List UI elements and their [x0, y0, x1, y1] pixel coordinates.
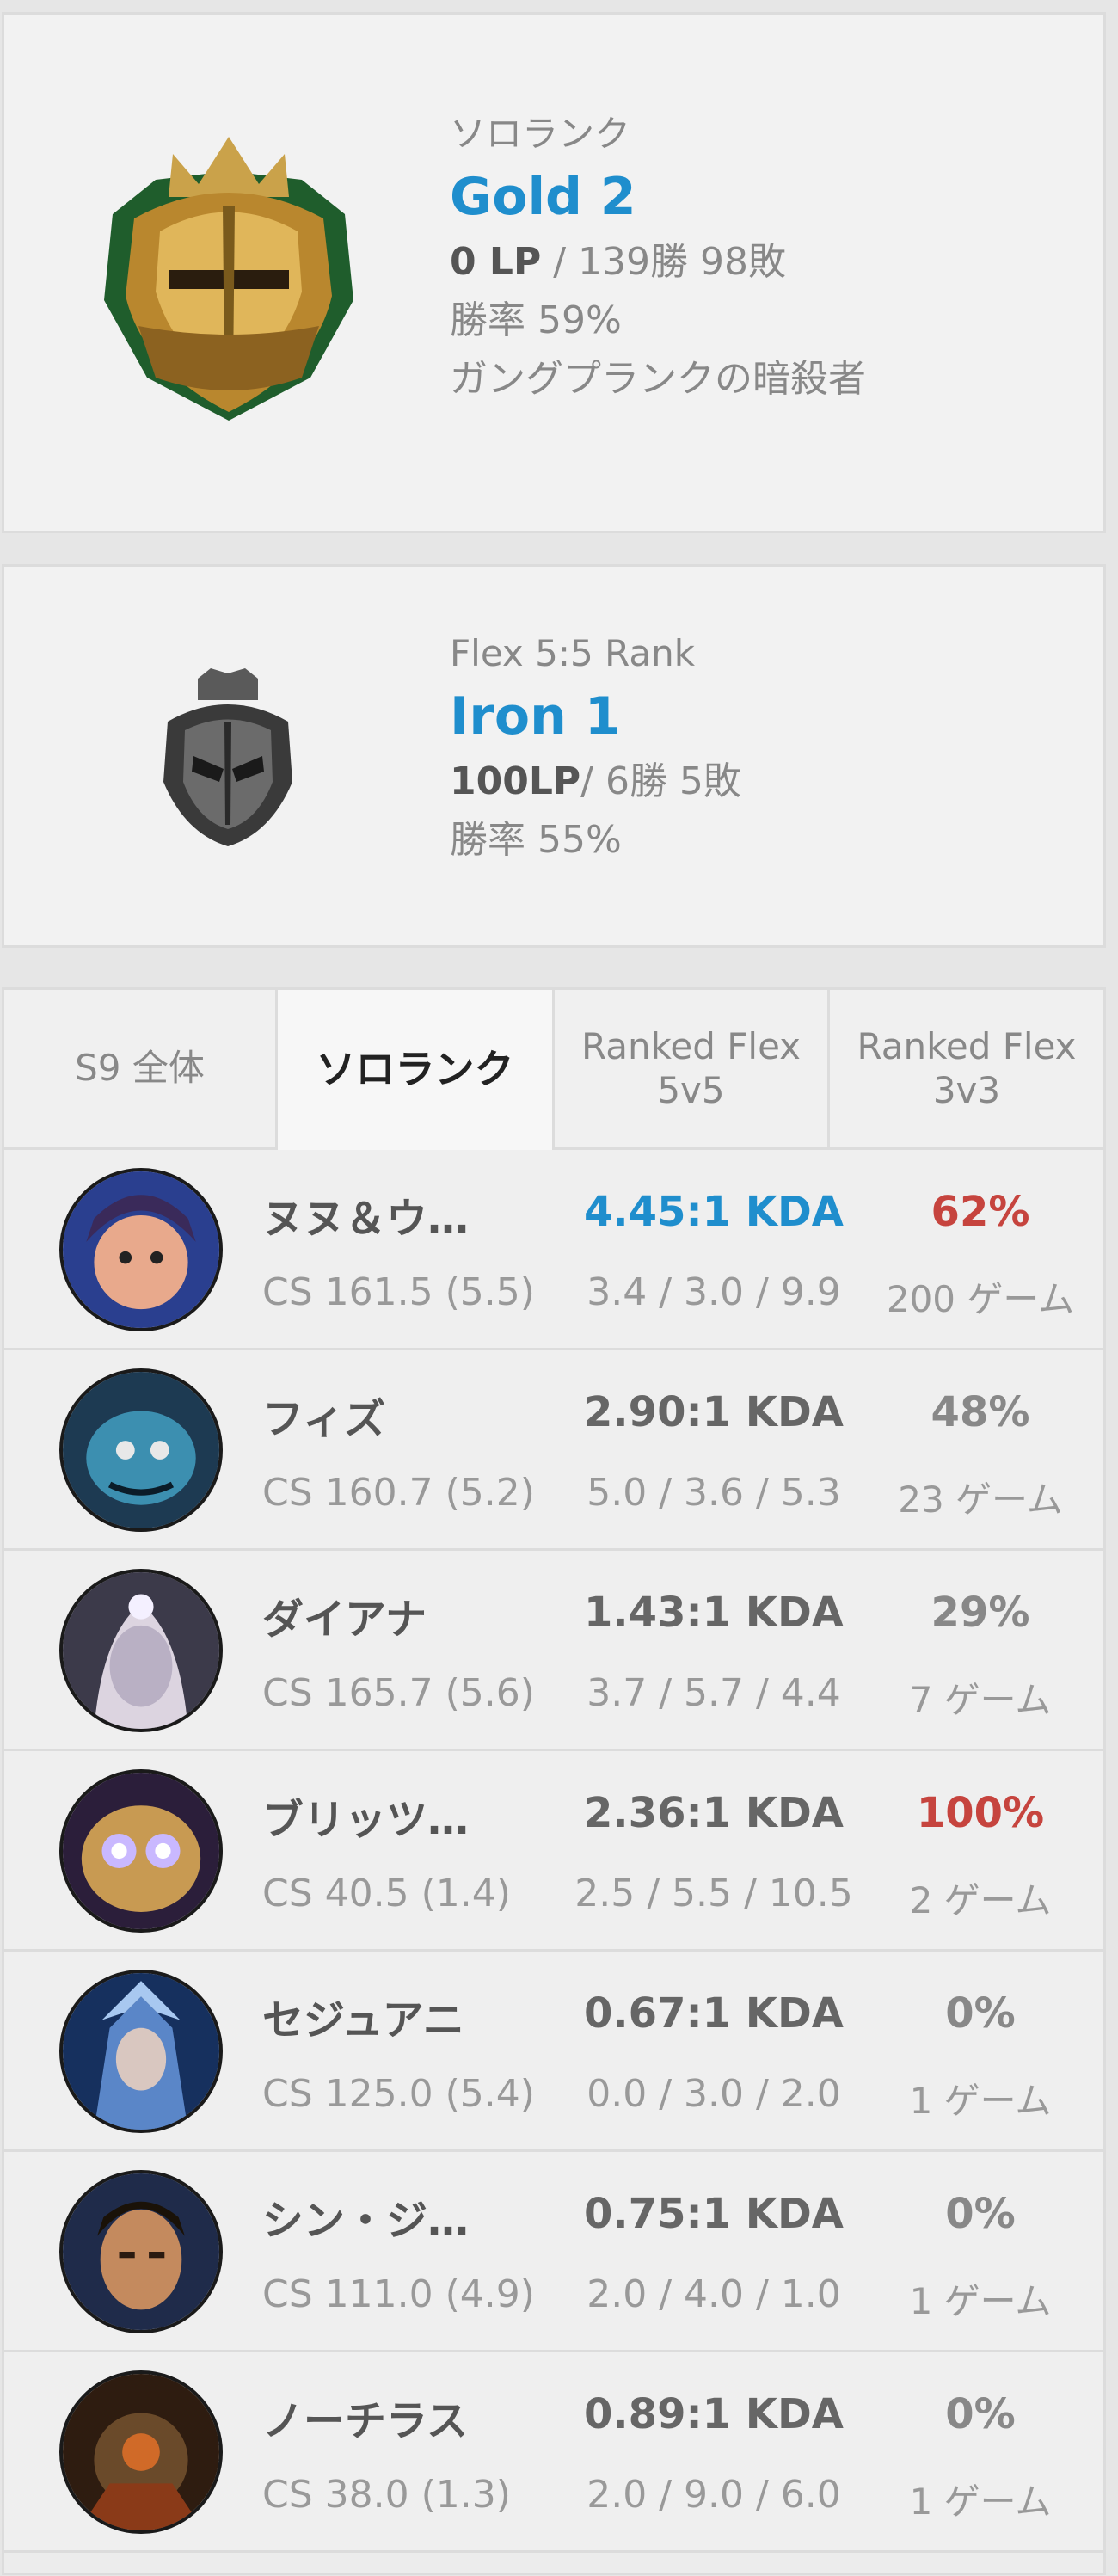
- kda-ratio: 2.90:1 KDA: [584, 1388, 844, 1436]
- creep-score: CS 40.5 (1.4): [262, 1872, 511, 1915]
- champion-list: ヌヌ＆ウ… CS 161.5 (5.5) 4.45:1 KDA 3.4 / 3.…: [4, 1150, 1103, 2553]
- lp-value: 0 LP: [450, 240, 542, 284]
- champion-portrait: [59, 1970, 223, 2133]
- flex-rank-panel: Flex 5:5 Rank Iron 1 100LP/ 6勝 5敗 勝率 55%: [2, 564, 1106, 948]
- champion-name[interactable]: セジュアニ: [262, 1986, 464, 2046]
- champion-stats-panel: S9 全体 ソロランク Ranked Flex 5v5 Ranked Flex …: [2, 987, 1106, 2575]
- champion-name[interactable]: ダイアナ: [262, 1585, 427, 1645]
- kda-detail: 2.0 / 9.0 / 6.0: [587, 2473, 841, 2517]
- champion-row[interactable]: フィズ CS 160.7 (5.2) 2.90:1 KDA 5.0 / 3.6 …: [4, 1350, 1103, 1551]
- rank-tier[interactable]: Gold 2: [450, 171, 1052, 223]
- creep-score: CS 160.7 (5.2): [262, 1471, 535, 1515]
- creep-score: CS 165.7 (5.6): [262, 1671, 535, 1715]
- champion-name[interactable]: ノーチラス: [262, 2387, 468, 2447]
- champion-name[interactable]: フィズ: [262, 1385, 385, 1445]
- games-played: 1 ゲーム: [909, 2280, 1052, 2322]
- champion-winrate: 0%: [945, 1989, 1016, 2038]
- tab-ranked-flex-5v5[interactable]: Ranked Flex 5v5: [555, 990, 830, 1150]
- iron-emblem-icon: [150, 661, 305, 851]
- champion-name[interactable]: ヌヌ＆ウ…: [262, 1184, 469, 1245]
- league-name: ガングプランクの暗殺者: [450, 357, 866, 401]
- champion-name[interactable]: シン・ジ…: [262, 2186, 469, 2247]
- creep-score: CS 125.0 (5.4): [262, 2072, 535, 2116]
- winrate: 勝率 55%: [450, 818, 622, 862]
- solo-rank-panel: ソロランク Gold 2 0 LP / 139勝 98敗 勝率 59% ガングプ…: [2, 12, 1106, 533]
- champion-winrate: 0%: [945, 2190, 1016, 2238]
- rank-tier[interactable]: Iron 1: [450, 691, 1052, 742]
- creep-score: CS 38.0 (1.3): [262, 2473, 511, 2517]
- kda-detail: 5.0 / 3.6 / 5.3: [587, 1471, 841, 1515]
- champion-name[interactable]: ブリッツ…: [262, 1786, 469, 1846]
- champion-winrate: 48%: [931, 1388, 1030, 1436]
- win-loss-record: / 6勝 5敗: [580, 759, 741, 803]
- games-played: 1 ゲーム: [909, 2080, 1052, 2122]
- games-played: 200 ゲーム: [886, 1278, 1075, 1320]
- gold-emblem-icon: [87, 120, 371, 446]
- kda-ratio: 2.36:1 KDA: [584, 1789, 844, 1837]
- kda-ratio: 0.89:1 KDA: [584, 2390, 844, 2438]
- games-played: 1 ゲーム: [909, 2481, 1052, 2523]
- creep-score: CS 161.5 (5.5): [262, 1270, 535, 1314]
- games-played: 7 ゲーム: [909, 1679, 1052, 1721]
- kda-ratio: 4.45:1 KDA: [584, 1188, 844, 1236]
- queue-tabs: S9 全体 ソロランク Ranked Flex 5v5 Ranked Flex …: [4, 990, 1103, 1150]
- kda-ratio: 0.75:1 KDA: [584, 2190, 844, 2238]
- champion-portrait: [59, 1368, 223, 1532]
- champion-row[interactable]: ノーチラス CS 38.0 (1.3) 0.89:1 KDA 2.0 / 9.0…: [4, 2352, 1103, 2553]
- queue-name: ソロランク: [450, 113, 631, 155]
- games-played: 2 ゲーム: [909, 1879, 1052, 1921]
- kda-detail: 0.0 / 3.0 / 2.0: [587, 2072, 841, 2116]
- tab-solo-rank[interactable]: ソロランク: [278, 990, 555, 1150]
- creep-score: CS 111.0 (4.9): [262, 2272, 535, 2316]
- kda-ratio: 0.67:1 KDA: [584, 1989, 844, 2038]
- kda-ratio: 1.43:1 KDA: [584, 1589, 844, 1637]
- kda-detail: 3.4 / 3.0 / 9.9: [587, 1270, 841, 1314]
- champion-winrate: 100%: [916, 1789, 1045, 1837]
- lp-record: 100LP/ 6勝 5敗: [450, 763, 1052, 801]
- champion-row[interactable]: ダイアナ CS 165.7 (5.6) 1.43:1 KDA 3.7 / 5.7…: [4, 1551, 1103, 1751]
- queue-name: Flex 5:5 Rank: [450, 632, 696, 674]
- kda-detail: 3.7 / 5.7 / 4.4: [587, 1671, 841, 1715]
- tab-ranked-flex-3v3[interactable]: Ranked Flex 3v3: [830, 990, 1103, 1150]
- champion-winrate: 29%: [931, 1589, 1030, 1637]
- champion-row[interactable]: ヌヌ＆ウ… CS 161.5 (5.5) 4.45:1 KDA 3.4 / 3.…: [4, 1150, 1103, 1350]
- champion-portrait: [59, 2370, 223, 2534]
- kda-detail: 2.0 / 4.0 / 1.0: [587, 2272, 841, 2316]
- champion-row[interactable]: ブリッツ… CS 40.5 (1.4) 2.36:1 KDA 2.5 / 5.5…: [4, 1751, 1103, 1952]
- champion-portrait: [59, 1569, 223, 1732]
- champion-row[interactable]: シン・ジ… CS 111.0 (4.9) 0.75:1 KDA 2.0 / 4.…: [4, 2152, 1103, 2352]
- kda-detail: 2.5 / 5.5 / 10.5: [574, 1872, 853, 1915]
- winrate: 勝率 59%: [450, 298, 622, 342]
- win-loss-record: / 139勝 98敗: [541, 240, 786, 284]
- lp-record: 0 LP / 139勝 98敗: [450, 243, 1052, 281]
- champion-portrait: [59, 1769, 223, 1933]
- champion-portrait: [59, 1168, 223, 1331]
- lp-value: 100LP: [450, 759, 581, 803]
- champion-row[interactable]: セジュアニ CS 125.0 (5.4) 0.67:1 KDA 0.0 / 3.…: [4, 1952, 1103, 2152]
- games-played: 23 ゲーム: [898, 1479, 1063, 1521]
- champion-winrate: 0%: [945, 2390, 1016, 2438]
- tab-s9-all[interactable]: S9 全体: [4, 990, 278, 1150]
- champion-winrate: 62%: [931, 1188, 1030, 1236]
- champion-portrait: [59, 2170, 223, 2333]
